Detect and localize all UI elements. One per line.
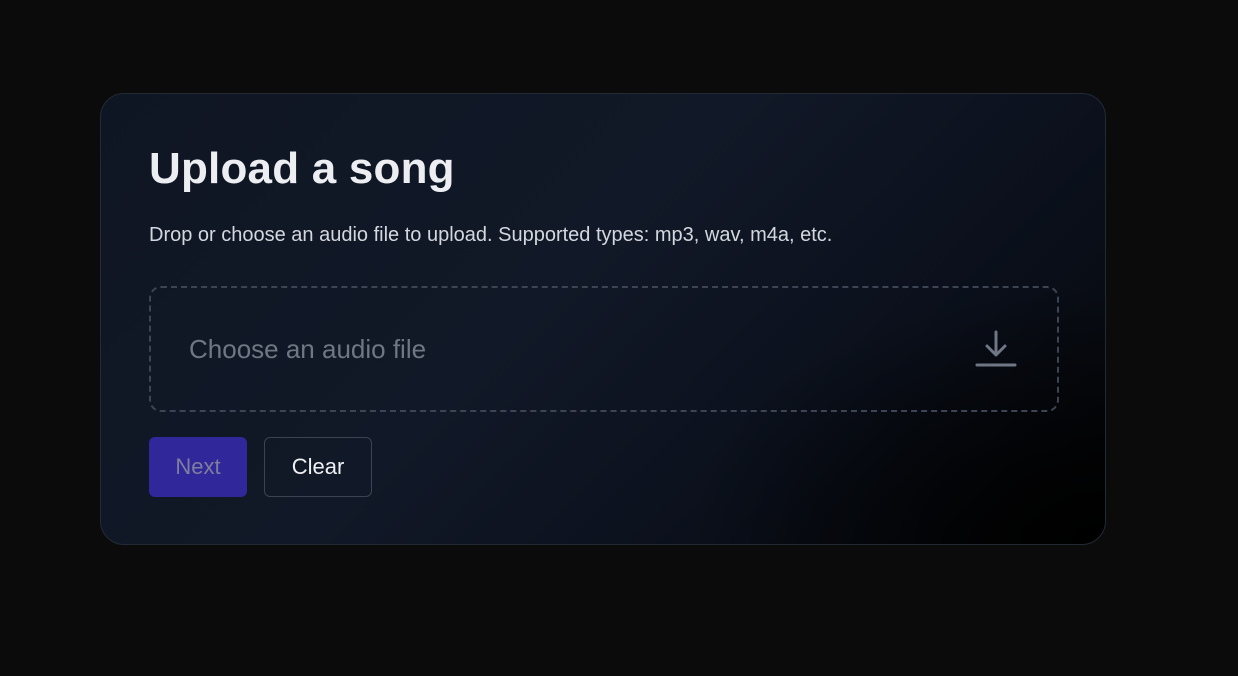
download-icon xyxy=(975,328,1017,370)
audio-file-dropzone[interactable]: Choose an audio file xyxy=(149,286,1059,412)
page-title: Upload a song xyxy=(149,144,455,193)
next-button[interactable]: Next xyxy=(149,437,247,497)
upload-description: Drop or choose an audio file to upload. … xyxy=(149,224,833,246)
dropzone-label: Choose an audio file xyxy=(189,334,427,364)
clear-button[interactable]: Clear xyxy=(264,437,372,497)
upload-card: Upload a song Drop or choose an audio fi… xyxy=(100,93,1106,545)
